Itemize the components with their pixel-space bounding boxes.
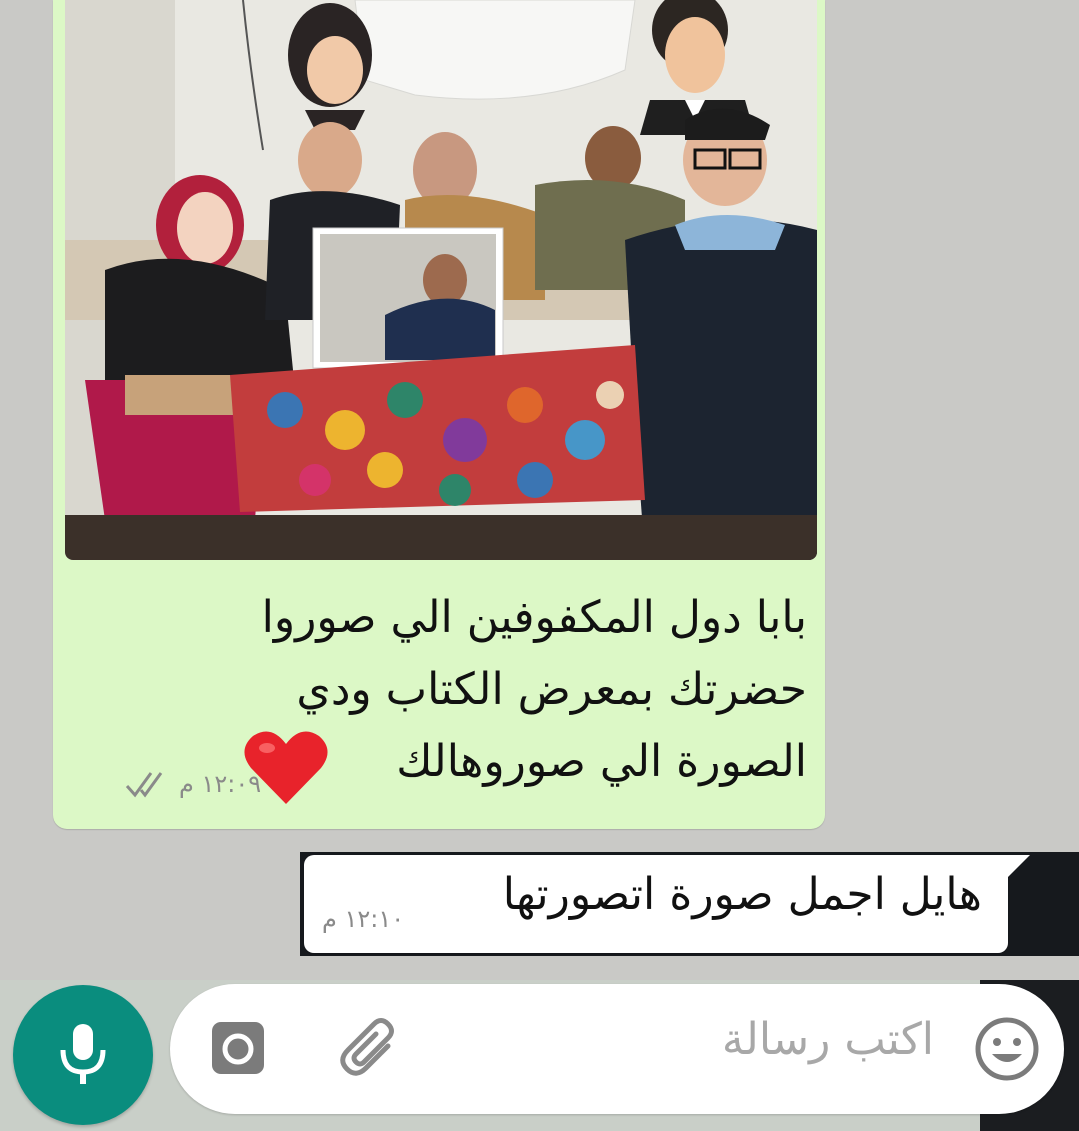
composer-bar: اكتب رسالة (0, 980, 1079, 1131)
paperclip-icon[interactable] (338, 1016, 404, 1082)
message-photo[interactable] (65, 0, 817, 560)
camera-icon[interactable] (208, 1018, 268, 1078)
outgoing-message-meta: ١٢:٠٩ م (125, 770, 261, 798)
message-placeholder: اكتب رسالة (721, 1014, 934, 1065)
incoming-bubble-tail (1008, 855, 1030, 877)
incoming-message-time: ١٢:١٠ م (322, 905, 405, 933)
outgoing-message-time: ١٢:٠٩ م (179, 770, 262, 798)
chat-area[interactable]: بابا دول المكفوفين الي صوروا حضرتك بمعرض… (0, 0, 1079, 980)
message-input[interactable]: اكتب رسالة (170, 984, 1064, 1114)
incoming-message-bubble[interactable]: هايل اجمل صورة اتصورتها ١٢:١٠ م (304, 855, 1008, 953)
outgoing-message-bubble[interactable]: بابا دول المكفوفين الي صوروا حضرتك بمعرض… (53, 0, 825, 829)
incoming-message-text: هايل اجمل صورة اتصورتها (502, 869, 982, 920)
mic-button[interactable] (13, 985, 153, 1125)
double-check-icon (125, 772, 163, 798)
smiley-icon[interactable] (974, 1016, 1040, 1082)
microphone-icon (60, 1024, 106, 1084)
